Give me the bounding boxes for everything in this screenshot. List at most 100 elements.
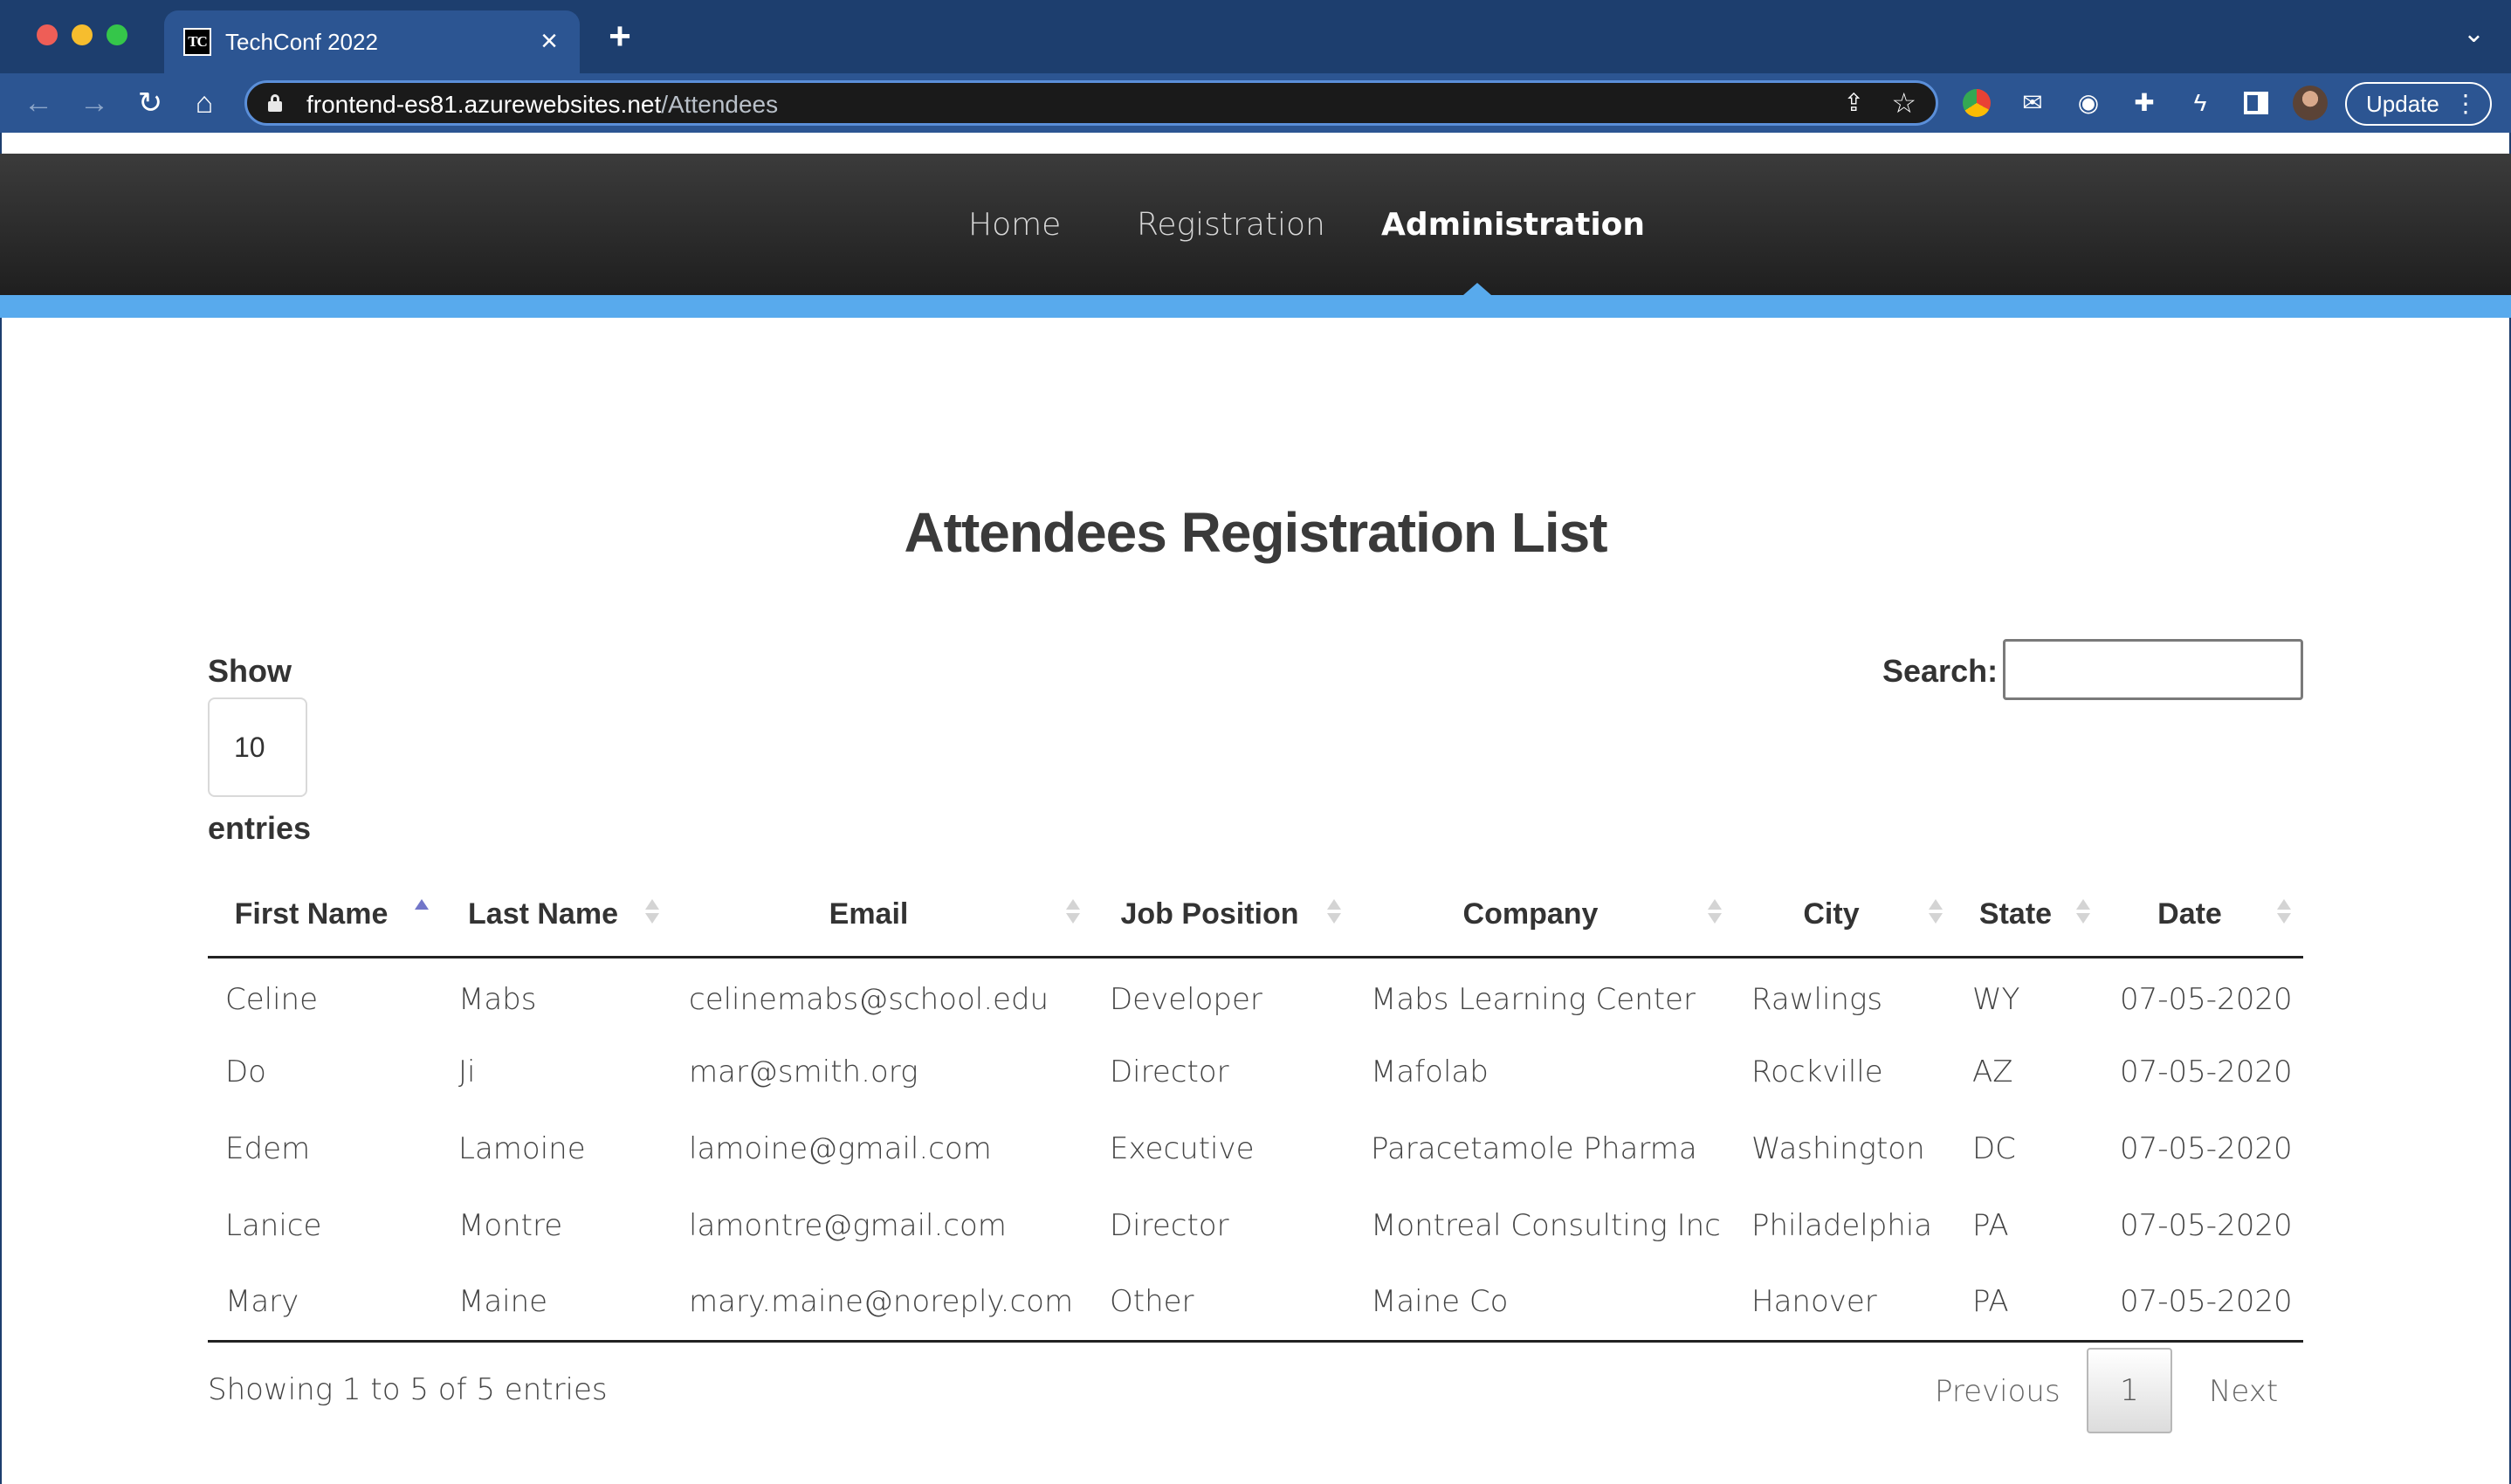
nav-home-link[interactable]: Home: [968, 208, 1061, 243]
table-header-row: First Name Last Name Email Job Position …: [208, 873, 2303, 958]
cell-city: Rawlings: [1751, 981, 1883, 1017]
show-label: Show: [208, 653, 292, 689]
lightning-extension-icon[interactable]: ϟ: [2184, 87, 2216, 119]
sort-icon: [1066, 899, 1080, 931]
browser-toolbar: ← → ↻ ⌂ frontend-es81.azurewebsites.net/…: [0, 73, 2511, 133]
cell-city: Philadelphia: [1751, 1208, 1933, 1243]
nav-registration-link[interactable]: Registration: [1137, 208, 1325, 243]
chevron-down-icon[interactable]: ⌄: [2463, 21, 2485, 47]
browser-tab[interactable]: TC TechConf 2022 ×: [164, 10, 580, 73]
reload-icon[interactable]: ↻: [131, 84, 169, 122]
column-header-label: State: [1978, 897, 2053, 931]
update-button-label: Update: [2366, 91, 2439, 117]
cell-company: Mabs Learning Center: [1371, 981, 1696, 1017]
accent-band: [0, 295, 2511, 318]
cell-company: Maine Co: [1353, 1264, 1734, 1343]
cell-city: Rockville: [1751, 1055, 1883, 1089]
cell-date: 07-05-2020: [2120, 1208, 2293, 1243]
tab-favicon-icon: TC: [183, 28, 211, 56]
forward-arrow-icon[interactable]: →: [75, 84, 114, 122]
cell-state: DC: [1972, 1131, 2016, 1166]
chrome-separator: [0, 133, 2511, 154]
search-label: Search:: [1882, 653, 1998, 689]
bookmark-star-icon[interactable]: ☆: [1891, 86, 1916, 120]
pagination-next[interactable]: Next: [2209, 1374, 2278, 1409]
cell-company: Paracetamole Pharma: [1371, 1131, 1697, 1166]
window-border-left: [0, 133, 2, 1484]
update-button[interactable]: Update ⋮: [2345, 82, 2492, 126]
more-menu-icon[interactable]: ⋮: [2453, 84, 2478, 124]
column-header-last-name[interactable]: Last Name: [441, 873, 671, 958]
tab-close-icon[interactable]: ×: [534, 26, 564, 56]
column-header-job-position[interactable]: Job Position: [1092, 873, 1353, 958]
table-row: Lanice Montre lamontre@gmail.com Directo…: [208, 1187, 2303, 1264]
cell-date: 07-05-2020: [2102, 1264, 2303, 1343]
google-extension-icon[interactable]: [1961, 87, 1992, 119]
column-header-label: Job Position: [1120, 897, 1299, 931]
active-nav-indicator: [1463, 283, 1491, 295]
cell-email: lamontre@gmail.com: [689, 1208, 1007, 1243]
pagination-page-1[interactable]: 1: [2087, 1348, 2172, 1433]
cell-last-name: Lamoine: [458, 1131, 586, 1166]
side-panel-icon[interactable]: [2240, 87, 2272, 119]
column-header-label: First Name: [234, 897, 389, 931]
minimize-window-button[interactable]: [72, 24, 93, 45]
scroll-extension-icon[interactable]: ✉: [2017, 87, 2048, 119]
cell-job-position: Other: [1092, 1264, 1353, 1343]
attendees-table: First Name Last Name Email Job Position …: [208, 873, 2303, 1343]
column-header-date[interactable]: Date: [2102, 873, 2303, 958]
address-url: frontend-es81.azurewebsites.net/Attendee…: [306, 91, 778, 119]
browser-tab-strip: TC TechConf 2022 × + ⌄: [0, 0, 2511, 73]
cell-state: AZ: [1972, 1055, 2013, 1089]
sort-icon: [1327, 899, 1341, 931]
column-header-email[interactable]: Email: [671, 873, 1092, 958]
cell-first-name: Do: [225, 1055, 266, 1089]
nav-administration-link[interactable]: Administration: [1381, 208, 1645, 243]
column-header-first-name[interactable]: First Name: [208, 873, 441, 958]
cell-company: Mafolab: [1371, 1055, 1489, 1089]
column-header-state[interactable]: State: [1955, 873, 2102, 958]
puzzle-extensions-icon[interactable]: ✚: [2129, 87, 2160, 119]
camera-extension-icon[interactable]: ◉: [2073, 87, 2104, 119]
table-row: Celine Mabs celinemabs@school.edu Develo…: [208, 957, 2303, 1034]
entries-label: entries: [208, 810, 312, 846]
site-navbar: Home Registration Administration: [0, 154, 2511, 295]
cell-job-position: Executive: [1110, 1131, 1255, 1166]
cell-first-name: Mary: [208, 1264, 441, 1343]
column-header-label: Date: [2157, 897, 2222, 931]
cell-state: PA: [1972, 1208, 2009, 1243]
cell-date: 07-05-2020: [2120, 1131, 2293, 1166]
page-length-select[interactable]: 10: [208, 697, 307, 797]
address-bar[interactable]: frontend-es81.azurewebsites.net/Attendee…: [244, 80, 1938, 126]
cell-email: mar@smith.org: [689, 1055, 918, 1089]
cell-first-name: Lanice: [225, 1208, 322, 1243]
cell-email: celinemabs@school.edu: [689, 981, 1049, 1017]
cell-company: Montreal Consulting Inc: [1371, 1208, 1721, 1243]
maximize-window-button[interactable]: [107, 24, 127, 45]
share-icon[interactable]: ⇪: [1844, 88, 1864, 117]
table-body: Celine Mabs celinemabs@school.edu Develo…: [208, 957, 2303, 1343]
search-input[interactable]: [2003, 639, 2303, 700]
column-header-label: City: [1803, 897, 1860, 931]
cell-email: lamoine@gmail.com: [689, 1131, 992, 1166]
sort-icon: [1708, 899, 1722, 931]
pagination-previous[interactable]: Previous: [1935, 1374, 2060, 1409]
cell-last-name: Maine: [441, 1264, 671, 1343]
cell-email: mary.maine@noreply.com: [671, 1264, 1092, 1343]
cell-state: PA: [1955, 1264, 2102, 1343]
cell-last-name: Ji: [458, 1055, 476, 1089]
table-info: Showing 1 to 5 of 5 entries: [208, 1372, 608, 1407]
cell-last-name: Mabs: [458, 981, 537, 1017]
column-header-city[interactable]: City: [1734, 873, 1955, 958]
back-arrow-icon[interactable]: ←: [19, 84, 58, 122]
cell-date: 07-05-2020: [2120, 981, 2293, 1017]
cell-date: 07-05-2020: [2120, 1055, 2293, 1089]
home-icon[interactable]: ⌂: [185, 84, 224, 122]
tab-title: TechConf 2022: [225, 29, 378, 55]
profile-avatar[interactable]: [2293, 86, 2328, 120]
close-window-button[interactable]: [37, 24, 58, 45]
column-header-label: Company: [1462, 897, 1599, 931]
new-tab-icon[interactable]: +: [602, 17, 637, 56]
column-header-company[interactable]: Company: [1353, 873, 1734, 958]
lock-icon[interactable]: [268, 94, 282, 112]
